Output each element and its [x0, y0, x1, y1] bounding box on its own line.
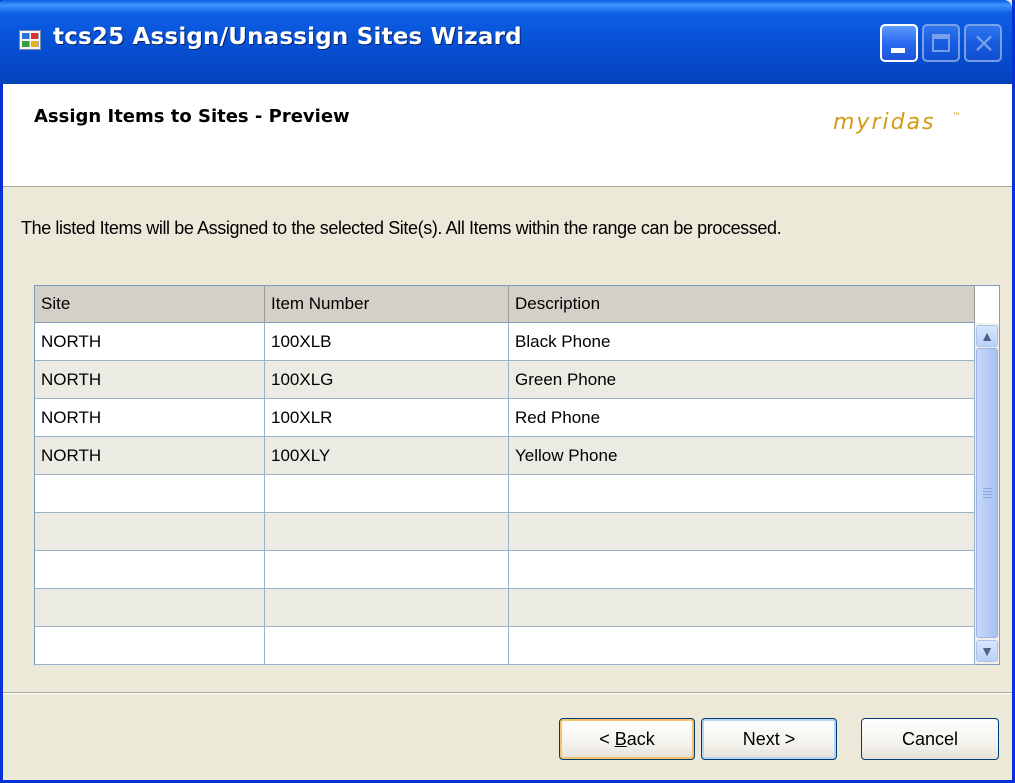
table-row[interactable]: NORTH 100XLG Green Phone [35, 361, 975, 399]
cell-site: NORTH [35, 399, 265, 437]
cell-description: Black Phone [509, 323, 975, 361]
chevron-up-icon: ▲ [980, 328, 994, 344]
instruction-text: The listed Items will be Assigned to the… [21, 218, 782, 238]
cell-description: Yellow Phone [509, 437, 975, 475]
maximize-icon [932, 34, 950, 52]
cell-site [35, 475, 265, 513]
cell-item-number: 100XLB [265, 323, 509, 361]
column-header-item-number[interactable]: Item Number [265, 286, 509, 323]
cell-site [35, 627, 265, 665]
cell-item-number [265, 551, 509, 589]
scroll-up-button[interactable]: ▲ [976, 325, 998, 347]
footer-divider [3, 692, 1012, 694]
cell-description [509, 513, 975, 551]
cell-site: NORTH [35, 323, 265, 361]
cell-item-number: 100XLG [265, 361, 509, 399]
cell-item-number: 100XLY [265, 437, 509, 475]
cell-site: NORTH [35, 361, 265, 399]
table-row[interactable] [35, 627, 975, 665]
cell-item-number [265, 475, 509, 513]
minimize-button[interactable] [880, 24, 918, 62]
chevron-down-icon: ▼ [980, 643, 994, 659]
cell-item-number [265, 589, 509, 627]
preview-grid[interactable]: Site Item Number Description NORTH 100XL… [34, 285, 1000, 665]
column-header-site[interactable]: Site [35, 286, 265, 323]
cancel-button[interactable]: Cancel [861, 718, 999, 760]
cell-description: Red Phone [509, 399, 975, 437]
scroll-down-button[interactable]: ▼ [976, 640, 998, 662]
table-row[interactable]: NORTH 100XLB Black Phone [35, 323, 975, 361]
vertical-scrollbar[interactable]: ▲ ▼ [975, 323, 999, 664]
grid-header: Site Item Number Description [35, 286, 975, 323]
table-row[interactable] [35, 475, 975, 513]
minimize-icon [891, 48, 905, 53]
cell-item-number [265, 627, 509, 665]
table-row[interactable] [35, 551, 975, 589]
table-row[interactable]: NORTH 100XLR Red Phone [35, 399, 975, 437]
cell-description [509, 475, 975, 513]
page-title: Assign Items to Sites - Preview [34, 106, 350, 127]
cell-site: NORTH [35, 437, 265, 475]
cell-item-number [265, 513, 509, 551]
table-row[interactable] [35, 589, 975, 627]
back-prefix: < [599, 729, 615, 749]
cell-description [509, 589, 975, 627]
title-bar[interactable]: tcs25 Assign/Unassign Sites Wizard × [0, 0, 1012, 84]
cell-description [509, 627, 975, 665]
grip-icon [983, 488, 992, 499]
table-row[interactable] [35, 513, 975, 551]
next-button[interactable]: Next > [701, 718, 837, 760]
cell-site [35, 551, 265, 589]
cell-site [35, 589, 265, 627]
scroll-thumb[interactable] [976, 348, 998, 638]
window-title: tcs25 Assign/Unassign Sites Wizard [53, 24, 522, 50]
cell-description: Green Phone [509, 361, 975, 399]
back-accelerator: B [614, 729, 627, 749]
close-button[interactable]: × [964, 24, 1002, 62]
header-panel [3, 84, 1012, 187]
back-label: ack [626, 729, 655, 749]
cell-item-number: 100XLR [265, 399, 509, 437]
cell-site [35, 513, 265, 551]
brand-logo: myridas [833, 110, 936, 135]
brand-trademark: ™ [952, 112, 961, 122]
cell-description [509, 551, 975, 589]
app-icon [19, 30, 41, 50]
maximize-button[interactable] [922, 24, 960, 62]
column-header-description[interactable]: Description [509, 286, 975, 323]
back-button[interactable]: < Back [559, 718, 695, 760]
close-icon: × [972, 26, 996, 59]
table-row[interactable]: NORTH 100XLY Yellow Phone [35, 437, 975, 475]
